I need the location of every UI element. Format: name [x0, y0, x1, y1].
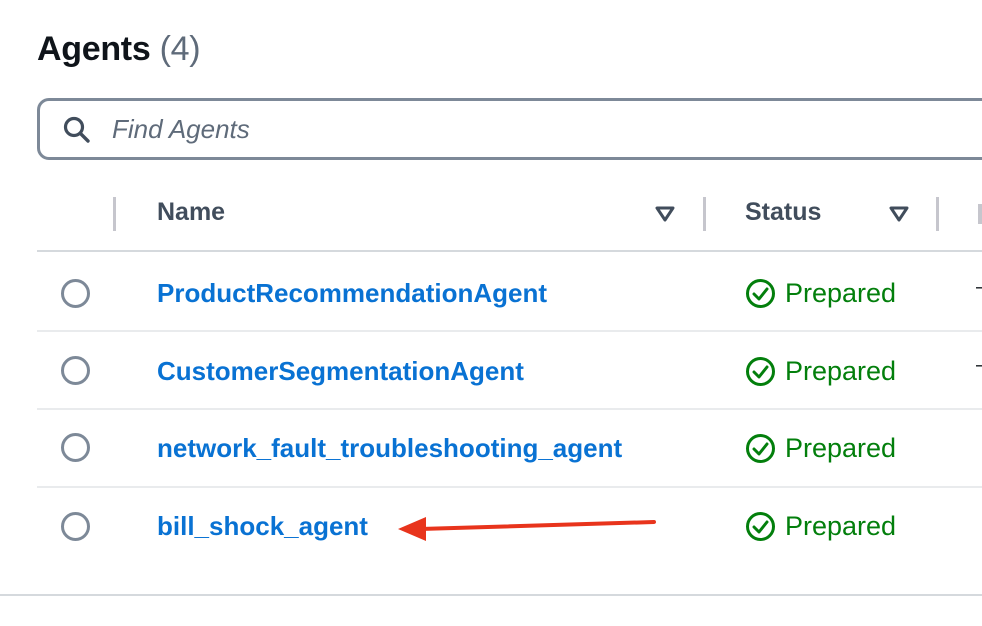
status-check-circle-icon — [746, 511, 775, 541]
status-indicator: Prepared — [745, 355, 896, 387]
agent-name-link[interactable]: bill_shock_agent — [157, 511, 368, 542]
column-divider[interactable] — [703, 197, 706, 231]
status-indicator: Prepared — [745, 510, 896, 542]
status-check-circle-icon — [746, 356, 775, 386]
title-text: Agents — [37, 30, 151, 68]
row-separator — [37, 408, 982, 410]
clipped-column-cell: – — [976, 276, 982, 299]
header-separator — [37, 250, 982, 252]
agent-count: (4) — [159, 30, 201, 68]
search-icon — [63, 116, 90, 143]
caret-down-filled-icon[interactable] — [654, 205, 676, 223]
row-select-radio[interactable] — [61, 356, 90, 385]
status-text: Prepared — [785, 277, 897, 308]
status-indicator: Prepared — [745, 277, 896, 309]
row-select-radio[interactable] — [61, 433, 90, 462]
column-divider[interactable] — [936, 197, 939, 231]
caret-down-filled-icon[interactable] — [888, 205, 910, 223]
status-text: Prepared — [785, 432, 897, 463]
agent-name-link[interactable]: network_fault_troubleshooting_agent — [157, 433, 622, 464]
status-text: Prepared — [785, 510, 897, 541]
page-title: Agents (4) — [37, 30, 201, 69]
column-header-status[interactable]: Status — [745, 198, 821, 227]
search-bar[interactable] — [37, 98, 982, 160]
status-check-circle-icon — [746, 433, 775, 463]
status-check-circle-icon — [746, 278, 775, 308]
agent-name-link[interactable]: ProductRecommendationAgent — [157, 278, 547, 309]
status-text: Prepared — [785, 355, 897, 386]
row-select-radio[interactable] — [61, 279, 90, 308]
search-input[interactable] — [112, 111, 912, 147]
row-select-radio[interactable] — [61, 512, 90, 541]
clipped-column-cell: – — [976, 354, 982, 377]
column-divider-partial — [978, 204, 982, 224]
status-indicator: Prepared — [745, 432, 896, 464]
column-header-name[interactable]: Name — [157, 198, 225, 227]
row-separator — [37, 486, 982, 488]
red-arrow-annotation — [398, 517, 656, 541]
agent-name-link[interactable]: CustomerSegmentationAgent — [157, 356, 524, 387]
column-divider — [113, 197, 116, 231]
row-separator — [37, 330, 982, 332]
